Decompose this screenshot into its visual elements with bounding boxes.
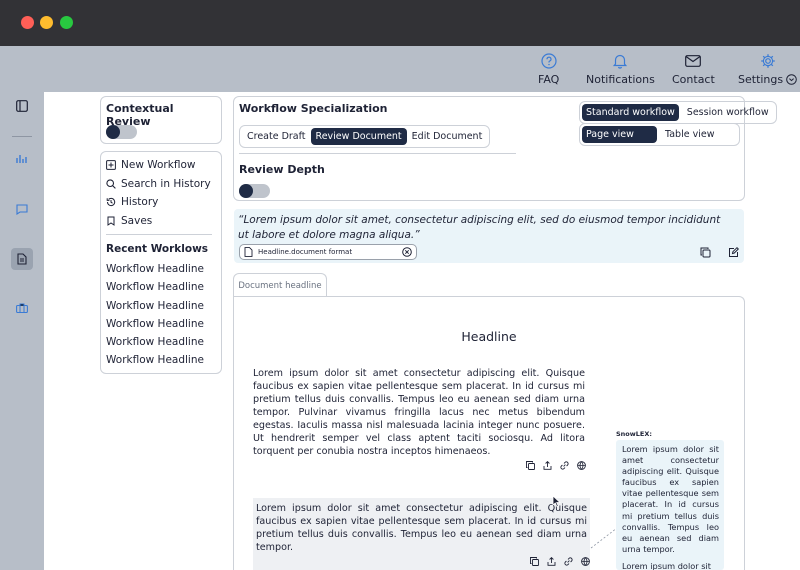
cursor-icon xyxy=(552,495,561,508)
settings-label-text: Settings xyxy=(738,73,784,86)
search-history-label: Search in History xyxy=(121,177,211,190)
workflow-specialization-card: Workflow Specialization Create Draft Rev… xyxy=(233,96,777,201)
maximize-window-button[interactable] xyxy=(60,16,73,29)
left-icon-rail xyxy=(0,46,44,570)
highlighted-paragraph-actions xyxy=(530,557,590,566)
mail-icon xyxy=(685,52,702,70)
view-table[interactable]: Table view xyxy=(657,126,718,143)
gear-icon xyxy=(760,52,776,70)
copy-icon[interactable] xyxy=(700,247,711,258)
view-selector: Page view Table view xyxy=(579,123,740,146)
side-annotation-text-1: Lorem ipsum dolor sit amet consectetur a… xyxy=(622,444,719,554)
side-annotation-label: SnowLEX: xyxy=(616,430,652,438)
recent-workflows-title: Recent Worklows xyxy=(106,243,209,255)
paragraph-actions xyxy=(526,461,586,470)
side-annotation-text: Lorem ipsum dolor sit amet consectetur a… xyxy=(622,444,719,570)
document-paragraph: Lorem ipsum dolor sit amet consectetur a… xyxy=(253,368,585,457)
edit-icon[interactable] xyxy=(728,247,739,258)
side-annotation-card[interactable]: Lorem ipsum dolor sit amet consectetur a… xyxy=(616,440,724,570)
window-titlebar xyxy=(0,0,800,46)
contextual-review-toggle[interactable] xyxy=(106,125,137,139)
top-navigation: FAQ Notifications Contact Settings xyxy=(44,46,800,92)
globe-icon[interactable] xyxy=(581,557,590,566)
step-review-document[interactable]: Review Document xyxy=(310,128,407,145)
close-window-button[interactable] xyxy=(21,16,34,29)
prompt-quote-block: “Lorem ipsum dolor sit amet, consectetur… xyxy=(234,209,744,263)
step-edit-document[interactable]: Edit Document xyxy=(407,128,488,145)
menu-divider xyxy=(106,234,212,235)
remove-file-icon[interactable] xyxy=(402,247,412,257)
history-label: History xyxy=(121,196,159,209)
workflow-specialization-title: Workflow Specialization xyxy=(239,102,388,115)
menu-list: New Workflow Search in History History S… xyxy=(106,156,211,230)
share-icon[interactable] xyxy=(543,461,552,470)
nav-contact[interactable]: Contact xyxy=(672,52,715,86)
history-icon xyxy=(106,198,116,207)
new-workflow-label: New Workflow xyxy=(121,159,196,172)
copy-icon[interactable] xyxy=(526,461,535,470)
prompt-quote-text: “Lorem ipsum dolor sit amet, consectetur… xyxy=(238,214,721,241)
nav-settings[interactable]: Settings xyxy=(738,52,797,86)
highlighted-paragraph-text: Lorem ipsum dolor sit amet consectetur a… xyxy=(256,503,587,553)
mode-standard-workflow[interactable]: Standard workflow xyxy=(582,104,679,121)
bookmark-icon xyxy=(107,216,115,226)
recent-workflow-item[interactable]: Workflow Headline xyxy=(106,278,204,296)
nav-notifications-label: Notifications xyxy=(586,73,655,86)
attached-file-name: Headline.document format xyxy=(258,248,353,256)
workflow-step-selector: Create Draft Review Document Edit Docume… xyxy=(239,125,491,148)
bell-icon xyxy=(613,52,628,70)
nav-contact-label: Contact xyxy=(672,73,715,86)
review-depth-title: Review Depth xyxy=(239,163,325,176)
workflow-divider xyxy=(239,153,516,154)
share-icon[interactable] xyxy=(547,557,556,566)
recent-workflows-list: Workflow Headline Workflow Headline Work… xyxy=(106,260,204,370)
view-page[interactable]: Page view xyxy=(582,126,657,143)
connector-line xyxy=(590,527,618,549)
minimize-window-button[interactable] xyxy=(40,16,53,29)
nav-notifications[interactable]: Notifications xyxy=(586,52,655,86)
briefcase-icon[interactable] xyxy=(12,298,32,318)
recent-workflow-item[interactable]: Workflow Headline xyxy=(106,333,204,351)
link-icon[interactable] xyxy=(560,461,569,470)
recent-workflow-item[interactable]: Workflow Headline xyxy=(106,260,204,278)
file-icon xyxy=(244,247,253,257)
nav-settings-label: Settings xyxy=(738,73,797,86)
saves-label: Saves xyxy=(121,214,153,227)
chevron-down-icon xyxy=(786,74,797,85)
globe-icon[interactable] xyxy=(577,461,586,470)
saves-item[interactable]: Saves xyxy=(106,212,211,231)
chart-icon[interactable] xyxy=(12,149,32,169)
recent-workflow-item[interactable]: Workflow Headline xyxy=(106,351,204,369)
tab-document-headline[interactable]: Document headline xyxy=(233,273,327,297)
document-headline: Headline xyxy=(461,329,517,344)
document-icon[interactable] xyxy=(11,248,33,270)
rail-divider xyxy=(12,136,32,137)
sidebar-toggle-icon[interactable] xyxy=(12,96,32,116)
search-history-item[interactable]: Search in History xyxy=(106,175,211,194)
search-icon xyxy=(106,179,116,189)
recent-workflow-item[interactable]: Workflow Headline xyxy=(106,315,204,333)
review-depth-toggle[interactable] xyxy=(239,184,270,198)
plus-square-icon xyxy=(106,160,116,171)
attached-file-chip[interactable]: Headline.document format xyxy=(239,244,417,260)
copy-icon[interactable] xyxy=(530,557,539,566)
step-create-draft[interactable]: Create Draft xyxy=(242,128,311,145)
history-item[interactable]: History xyxy=(106,193,211,212)
mode-session-workflow[interactable]: Session workflow xyxy=(679,104,774,121)
workflow-mode-selector: Standard workflow Session workflow xyxy=(579,101,777,124)
new-workflow-item[interactable]: New Workflow xyxy=(106,156,211,175)
workflow-menu-card: New Workflow Search in History History S… xyxy=(100,151,222,374)
nav-faq-label: FAQ xyxy=(538,73,560,86)
contextual-review-card: Contextual Review xyxy=(100,96,222,144)
link-icon[interactable] xyxy=(564,557,573,566)
help-circle-icon xyxy=(541,52,557,70)
nav-faq[interactable]: FAQ xyxy=(538,52,559,86)
chat-icon[interactable] xyxy=(12,199,32,219)
recent-workflow-item[interactable]: Workflow Headline xyxy=(106,297,204,315)
side-annotation-text-2: Lorem ipsum dolor sit xyxy=(622,560,711,570)
